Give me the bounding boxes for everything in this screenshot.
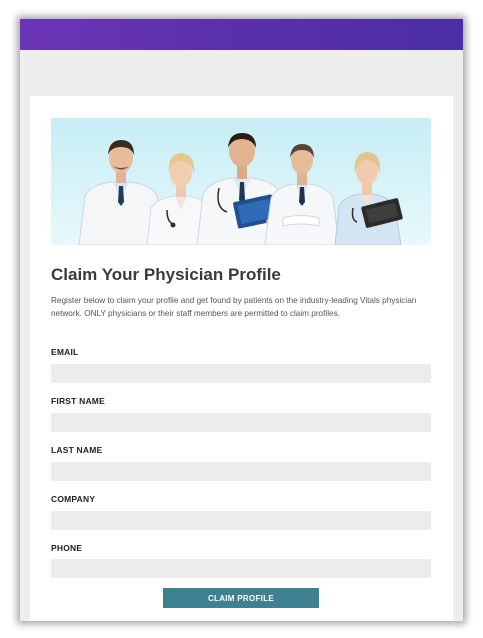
browser-window: Claim Your Physician Profile Register be… [20,19,463,621]
last-name-field[interactable] [51,462,431,481]
first-name-field[interactable] [51,413,431,432]
doctor-figure [334,152,403,245]
page-description: Register below to claim your profile and… [51,296,417,318]
physicians-photo-icon [78,133,403,245]
claim-profile-button[interactable]: CLAIM PROFILE [163,588,319,608]
phone-field[interactable] [51,559,431,578]
top-accent-bar [20,19,463,50]
hero-image [51,118,431,245]
first-name-label: FIRST NAME [51,396,105,406]
page-title: Claim Your Physician Profile [51,265,281,284]
email-label: EMAIL [51,347,79,357]
company-label: COMPANY [51,494,96,504]
doctor-figure [264,144,340,245]
form-card: Claim Your Physician Profile Register be… [30,96,453,621]
phone-label: PHONE [51,543,83,553]
last-name-label: LAST NAME [51,445,103,455]
email-field[interactable] [51,364,431,383]
company-field[interactable] [51,511,431,530]
